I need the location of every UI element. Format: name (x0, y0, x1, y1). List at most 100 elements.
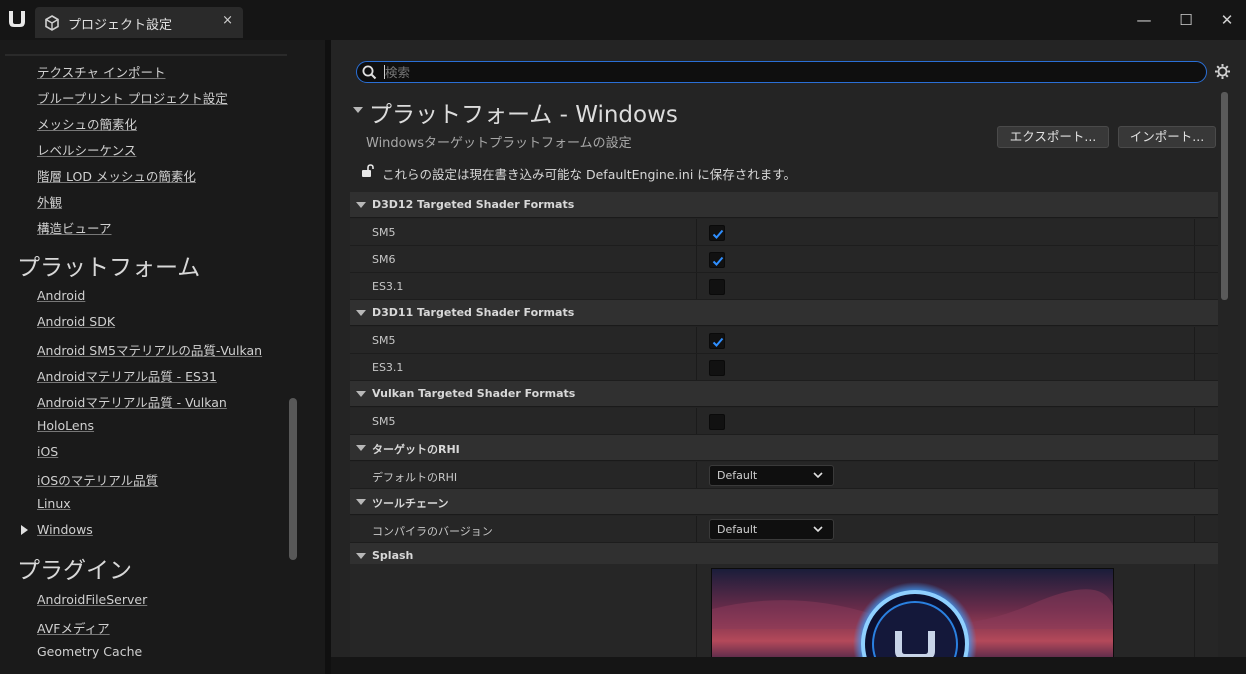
tab-title: プロジェクト設定 (68, 18, 173, 33)
property-row: SM5 (350, 219, 1218, 246)
sidebar-item-texture-import[interactable]: テクスチャ インポート (37, 62, 165, 81)
import-button[interactable]: インポート... (1118, 126, 1216, 148)
settings-cube-icon (45, 15, 59, 31)
property-row: ES3.1 (350, 354, 1218, 381)
close-tab-icon[interactable]: × (222, 13, 233, 28)
d3d12-es31-checkbox[interactable] (709, 279, 725, 295)
category-toolchain[interactable]: ツールチェーン (350, 489, 1218, 515)
collapse-arrow-icon[interactable] (356, 445, 366, 451)
property-row: コンパイラのバージョン Default (350, 516, 1218, 543)
splash-artwork (712, 569, 1113, 657)
sidebar-scrollbar[interactable] (289, 398, 297, 560)
category-title: ツールチェーン (372, 497, 449, 510)
chevron-down-icon (813, 472, 823, 479)
column-divider (696, 273, 697, 299)
category-title: D3D11 Targeted Shader Formats (372, 306, 575, 319)
column-divider (1194, 462, 1195, 488)
splash-image[interactable] (711, 568, 1114, 658)
default-rhi-dropdown[interactable]: Default (709, 465, 834, 486)
collapse-arrow-icon[interactable] (356, 310, 366, 316)
gear-icon[interactable] (1214, 63, 1231, 80)
property-row: SM6 (350, 246, 1218, 273)
search-input[interactable] (385, 63, 1195, 81)
collapse-arrow-icon[interactable] (356, 553, 366, 559)
check-icon (712, 229, 724, 239)
export-button[interactable]: エクスポート... (997, 126, 1109, 148)
collapse-arrow-icon[interactable] (356, 202, 366, 208)
column-divider (1194, 246, 1195, 272)
sidebar-item-ios-material-quality[interactable]: iOSのマテリアル品質 (37, 470, 158, 489)
collapse-arrow-icon[interactable] (356, 391, 366, 397)
sidebar-item-avf-media[interactable]: AVFメディア (37, 618, 110, 637)
tab-project-settings[interactable]: プロジェクト設定 × (35, 7, 243, 38)
sidebar-item-android-file-server[interactable]: AndroidFileServer (37, 592, 147, 607)
search-box[interactable] (356, 61, 1207, 83)
column-divider (696, 354, 697, 380)
sidebar-item-hlod-simplification[interactable]: 階層 LOD メッシュの簡素化 (37, 166, 196, 185)
column-divider (696, 462, 697, 488)
sidebar-item-struct-viewer[interactable]: 構造ビューア (37, 218, 112, 237)
splash-image-row (350, 564, 1218, 668)
category-d3d12[interactable]: D3D12 Targeted Shader Formats (350, 192, 1218, 218)
column-divider (1194, 219, 1195, 245)
sidebar-item-windows[interactable]: Windows (37, 522, 93, 537)
property-row: デフォルトのRHI Default (350, 462, 1218, 489)
d3d12-sm5-checkbox[interactable] (709, 225, 725, 241)
property-grid: D3D12 Targeted Shader Formats SM5 SM6 ES… (350, 192, 1218, 668)
column-divider (1194, 408, 1195, 434)
sidebar-item-hololens[interactable]: HoloLens (37, 418, 94, 433)
category-target-rhi[interactable]: ターゲットのRHI (350, 435, 1218, 461)
save-location-note: これらの設定は現在書き込み可能な DefaultEngine.ini に保存され… (382, 167, 797, 182)
maximize-button[interactable]: ☐ (1176, 10, 1196, 30)
dropdown-value: Default (717, 523, 758, 536)
close-window-button[interactable]: ✕ (1217, 10, 1237, 30)
column-divider (696, 219, 697, 245)
sidebar-item-appearance[interactable]: 外観 (37, 192, 62, 211)
check-icon (712, 256, 724, 266)
sidebar-item-android-es31[interactable]: Androidマテリアル品質 - ES31 (37, 366, 217, 385)
title-bar: プロジェクト設定 × — ☐ ✕ (0, 0, 1246, 40)
bottom-bar (331, 657, 1246, 674)
sidebar-item-level-sequence[interactable]: レベルシーケンス (37, 140, 136, 159)
sidebar-heading-plugins: プラグイン (17, 558, 132, 584)
property-row: SM5 (350, 408, 1218, 435)
selected-arrow-icon (21, 525, 28, 535)
category-title: ターゲットのRHI (372, 443, 460, 456)
collapse-arrow-icon[interactable] (353, 107, 363, 113)
category-d3d11[interactable]: D3D11 Targeted Shader Formats (350, 300, 1218, 326)
sidebar-item-blueprint-settings[interactable]: ブループリント プロジェクト設定 (37, 88, 228, 107)
category-title: Vulkan Targeted Shader Formats (372, 387, 576, 400)
compiler-version-dropdown[interactable]: Default (709, 519, 834, 540)
sidebar-item-ios[interactable]: iOS (37, 444, 58, 459)
minimize-button[interactable]: — (1134, 10, 1154, 30)
d3d11-es31-checkbox[interactable] (709, 360, 725, 376)
settings-sidebar: テクスチャ インポート ブループリント プロジェクト設定 メッシュの簡素化 レベ… (0, 40, 325, 674)
sidebar-item-linux[interactable]: Linux (37, 496, 71, 511)
column-divider (696, 408, 697, 434)
sidebar-item-android[interactable]: Android (37, 288, 85, 303)
sidebar-item-mesh-simplification[interactable]: メッシュの簡素化 (37, 114, 137, 133)
unlock-icon (362, 164, 374, 177)
property-label: SM5 (372, 415, 396, 428)
sidebar-item-android-vulkan[interactable]: Androidマテリアル品質 - Vulkan (37, 392, 227, 411)
property-row: ES3.1 (350, 273, 1218, 300)
column-divider (696, 564, 697, 668)
d3d11-sm5-checkbox[interactable] (709, 333, 725, 349)
property-label: デフォルトのRHI (372, 471, 458, 484)
sidebar-divider (5, 54, 287, 56)
category-vulkan[interactable]: Vulkan Targeted Shader Formats (350, 381, 1218, 407)
dropdown-value: Default (717, 469, 758, 482)
settings-details-panel: プラットフォーム - Windows Windowsターゲットプラットフォームの… (331, 40, 1246, 674)
vulkan-sm5-checkbox[interactable] (709, 414, 725, 430)
sidebar-heading-platforms: プラットフォーム (17, 255, 201, 281)
check-icon (712, 337, 724, 347)
column-divider (696, 246, 697, 272)
sidebar-item-android-sm5-vulkan[interactable]: Android SM5マテリアルの品質-Vulkan (37, 340, 262, 359)
column-divider (1194, 564, 1195, 668)
category-title: Splash (372, 549, 414, 562)
sidebar-item-android-sdk[interactable]: Android SDK (37, 314, 115, 329)
collapse-arrow-icon[interactable] (356, 499, 366, 505)
sidebar-item-geometry-cache[interactable]: Geometry Cache (37, 644, 142, 659)
d3d12-sm6-checkbox[interactable] (709, 252, 725, 268)
details-scrollbar[interactable] (1221, 92, 1228, 300)
